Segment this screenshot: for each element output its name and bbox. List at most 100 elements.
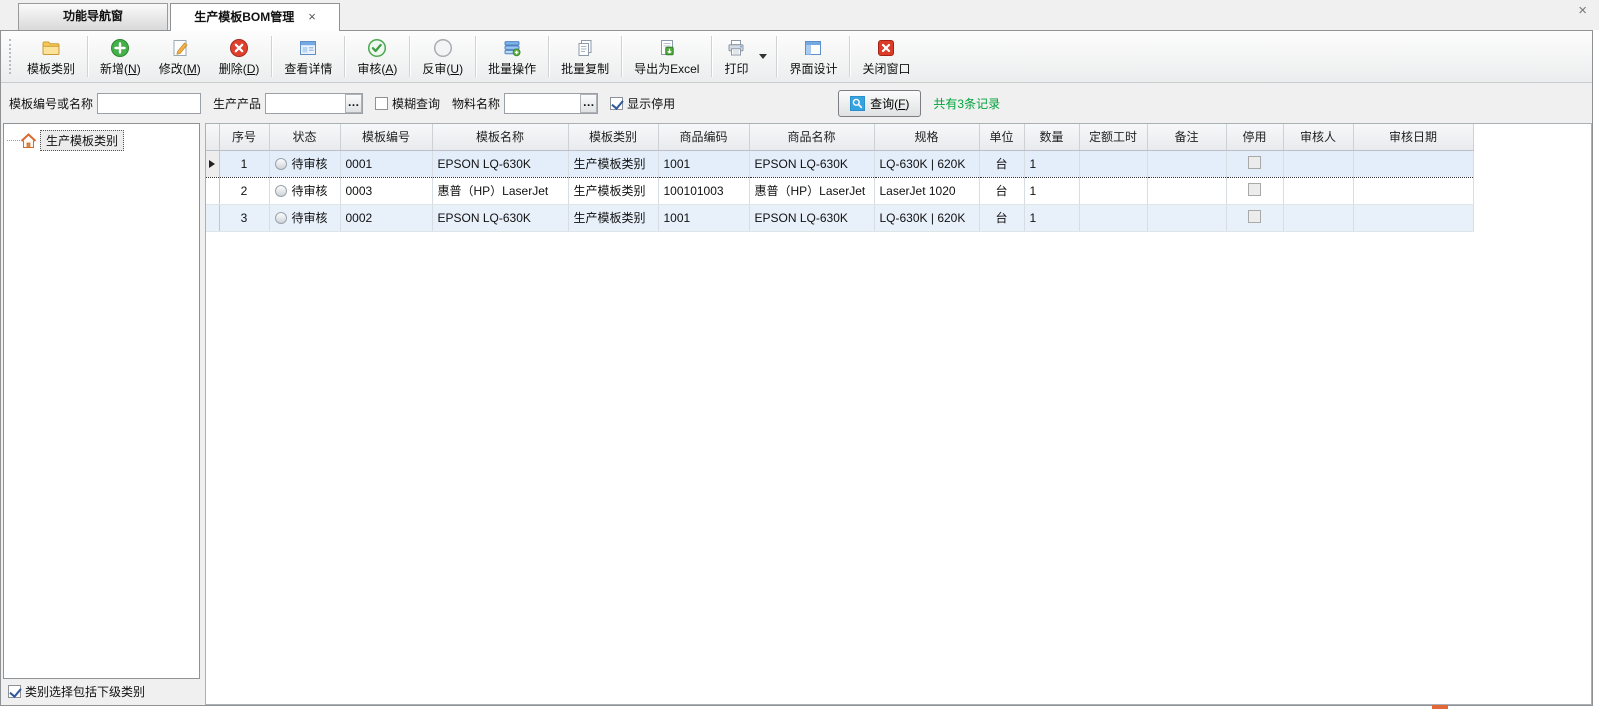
cell-spec[interactable]: LQ-630K | 620K [874, 204, 979, 231]
col-template-name[interactable]: 模板名称 [432, 124, 568, 150]
cell-template-category[interactable]: 生产模板类别 [568, 150, 658, 177]
cell-spec[interactable]: LQ-630K | 620K [874, 150, 979, 177]
cell-unit[interactable]: 台 [979, 150, 1024, 177]
cell-qty[interactable]: 1 [1024, 177, 1079, 204]
cell-std-hours[interactable] [1079, 177, 1147, 204]
col-qty[interactable]: 数量 [1024, 124, 1079, 150]
cell-product-name[interactable]: EPSON LQ-630K [749, 150, 874, 177]
cell-seq[interactable]: 3 [219, 204, 269, 231]
cell-disabled[interactable] [1226, 177, 1283, 204]
table-row[interactable]: 1 待审核 0001 EPSON LQ-630K 生产模板类别 1001 EPS… [206, 150, 1473, 177]
cell-product-code[interactable]: 1001 [658, 204, 749, 231]
window-close-icon[interactable]: × [1578, 2, 1587, 19]
col-remark[interactable]: 备注 [1147, 124, 1226, 150]
cell-status[interactable]: 待审核 [269, 204, 340, 231]
table-row[interactable]: 2 待审核 0003 惠普（HP）LaserJet 生产模板类别 1001010… [206, 177, 1473, 204]
cell-template-name[interactable]: 惠普（HP）LaserJet [432, 177, 568, 204]
fuzzy-query-label: 模糊查询 [392, 95, 440, 112]
cell-auditor[interactable] [1283, 204, 1353, 231]
cell-status[interactable]: 待审核 [269, 150, 340, 177]
col-template-category[interactable]: 模板类别 [568, 124, 658, 150]
button-label: 新增(N) [100, 60, 141, 77]
cell-template-name[interactable]: EPSON LQ-630K [432, 204, 568, 231]
col-disabled[interactable]: 停用 [1226, 124, 1283, 150]
col-seq[interactable]: 序号 [219, 124, 269, 150]
cell-std-hours[interactable] [1079, 150, 1147, 177]
cell-std-hours[interactable] [1079, 204, 1147, 231]
tab-production-template-bom[interactable]: 生产模板BOM管理× [170, 3, 340, 31]
cell-template-code[interactable]: 0003 [340, 177, 432, 204]
view-details-button[interactable]: 查看详情 [275, 31, 341, 82]
cell-auditor[interactable] [1283, 150, 1353, 177]
approve-icon [367, 37, 387, 58]
cell-product-code[interactable]: 100101003 [658, 177, 749, 204]
cell-template-category[interactable]: 生产模板类别 [568, 204, 658, 231]
unapprove-button[interactable]: 反审(U) [413, 31, 472, 82]
cell-unit[interactable]: 台 [979, 177, 1024, 204]
cell-disabled[interactable] [1226, 204, 1283, 231]
cell-audit-date[interactable] [1353, 204, 1473, 231]
cell-remark[interactable] [1147, 150, 1226, 177]
cell-seq[interactable]: 1 [219, 150, 269, 177]
row-indicator [206, 204, 219, 231]
disabled-checkbox [1248, 183, 1261, 196]
cell-status[interactable]: 待审核 [269, 177, 340, 204]
cell-template-category[interactable]: 生产模板类别 [568, 177, 658, 204]
export-excel-button[interactable]: 导出为Excel [625, 31, 708, 82]
col-audit-date[interactable]: 审核日期 [1353, 124, 1473, 150]
cell-template-code[interactable]: 0002 [340, 204, 432, 231]
cell-seq[interactable]: 2 [219, 177, 269, 204]
cell-audit-date[interactable] [1353, 150, 1473, 177]
batch-operation-button[interactable]: 批量操作 [479, 31, 545, 82]
col-unit[interactable]: 单位 [979, 124, 1024, 150]
table-row[interactable]: 3 待审核 0002 EPSON LQ-630K 生产模板类别 1001 EPS… [206, 204, 1473, 231]
toolbar: 模板类别 新增(N) 修改(M) 删除(D) [1, 31, 1592, 83]
cell-spec[interactable]: LaserJet 1020 [874, 177, 979, 204]
cell-product-name[interactable]: EPSON LQ-630K [749, 204, 874, 231]
batch-copy-button[interactable]: 批量复制 [552, 31, 618, 82]
query-button[interactable]: 查询(F) [838, 90, 921, 117]
template-category-button[interactable]: 模板类别 [18, 31, 84, 82]
bottom-strip [0, 706, 1599, 711]
cell-qty[interactable]: 1 [1024, 204, 1079, 231]
cell-unit[interactable]: 台 [979, 204, 1024, 231]
col-product-name[interactable]: 商品名称 [749, 124, 874, 150]
tab-close-icon[interactable]: × [308, 4, 316, 29]
cell-audit-date[interactable] [1353, 177, 1473, 204]
cell-qty[interactable]: 1 [1024, 150, 1079, 177]
add-button[interactable]: 新增(N) [91, 31, 150, 82]
col-auditor[interactable]: 审核人 [1283, 124, 1353, 150]
cell-template-code[interactable]: 0001 [340, 150, 432, 177]
tab-function-nav[interactable]: 功能导航窗 [18, 3, 168, 30]
print-dropdown-arrow[interactable] [759, 54, 767, 59]
cell-remark[interactable] [1147, 204, 1226, 231]
cell-product-name[interactable]: 惠普（HP）LaserJet [749, 177, 874, 204]
cell-template-name[interactable]: EPSON LQ-630K [432, 150, 568, 177]
include-sub-label: 类别选择包括下级类别 [25, 683, 145, 700]
tree-root-item[interactable]: 生产模板类别 [4, 130, 199, 151]
cell-auditor[interactable] [1283, 177, 1353, 204]
col-template-code[interactable]: 模板编号 [340, 124, 432, 150]
ui-design-button[interactable]: 界面设计 [780, 31, 846, 82]
modify-button[interactable]: 修改(M) [150, 31, 210, 82]
close-window-button[interactable]: 关闭窗口 [853, 31, 919, 82]
material-browse-button[interactable]: … [580, 94, 597, 113]
include-sub-checkbox[interactable] [8, 685, 21, 698]
toolbar-grip[interactable] [9, 39, 14, 74]
fuzzy-query-checkbox[interactable] [375, 97, 388, 110]
cell-disabled[interactable] [1226, 150, 1283, 177]
product-browse-button[interactable]: … [345, 94, 362, 113]
col-spec[interactable]: 规格 [874, 124, 979, 150]
col-std-hours[interactable]: 定额工时 [1079, 124, 1147, 150]
col-status[interactable]: 状态 [269, 124, 340, 150]
template-code-input[interactable] [97, 93, 201, 114]
product-input-wrap: … [265, 93, 363, 114]
delete-button[interactable]: 删除(D) [210, 31, 269, 82]
cell-product-code[interactable]: 1001 [658, 150, 749, 177]
button-label: 修改(M) [159, 60, 201, 77]
approve-button[interactable]: 审核(A) [348, 31, 406, 82]
col-product-code[interactable]: 商品编码 [658, 124, 749, 150]
cell-remark[interactable] [1147, 177, 1226, 204]
print-button[interactable]: 打印 [715, 34, 757, 79]
show-disabled-checkbox[interactable] [610, 97, 623, 110]
